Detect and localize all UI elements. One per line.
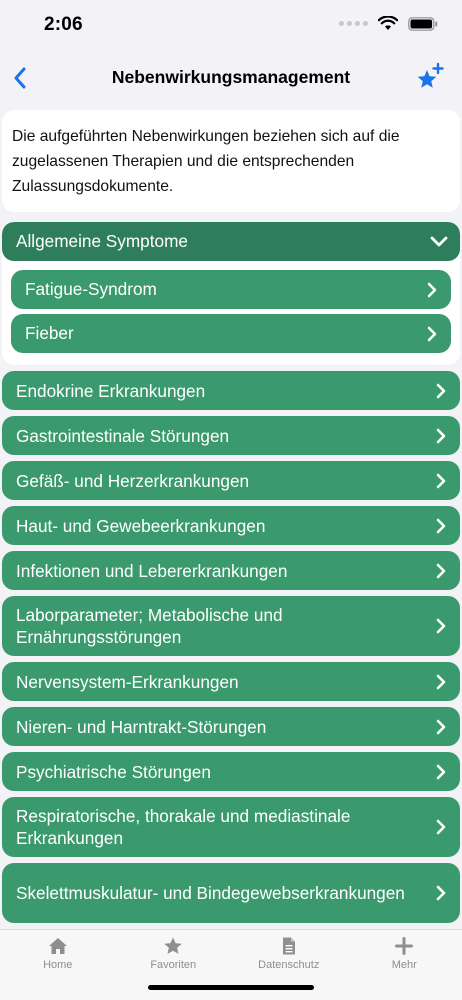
star-icon (164, 937, 183, 954)
category-gefaess-herzerkrankungen[interactable]: Gefäß- und Herzerkrankungen (2, 461, 460, 500)
tab-label: Home (43, 959, 73, 971)
signal-dots-icon (339, 21, 368, 26)
chevron-right-icon (436, 618, 446, 634)
status-bar: 2:06 (0, 0, 462, 50)
chevron-right-icon (436, 428, 446, 443)
info-card: Die aufgeführten Nebenwirkungen beziehen… (2, 110, 460, 212)
chevron-right-icon (436, 518, 446, 533)
wifi-icon (378, 16, 398, 30)
category-label: Allgemeine Symptome (16, 231, 188, 251)
tab-label: Mehr (391, 959, 417, 971)
home-indicator (148, 985, 314, 990)
category-label: Psychiatrische Störungen (16, 761, 211, 782)
category-label: Laborparameter; Metabolische und Ernähru… (16, 605, 283, 647)
chevron-right-icon (427, 326, 437, 341)
chevron-right-icon (436, 719, 446, 734)
status-icons (339, 16, 438, 31)
category-label: Nieren- und Harntrakt-Störungen (16, 716, 267, 737)
star-plus-icon (417, 62, 444, 88)
category-label: Haut- und Gewebeerkrankungen (16, 515, 266, 536)
expanded-category-items: Fatigue-Syndrom Fieber (2, 261, 460, 365)
category-laborparameter[interactable]: Laborparameter; Metabolische und Ernähru… (2, 596, 460, 656)
chevron-right-icon (436, 764, 446, 779)
category-gastrointestinale-stoerungen[interactable]: Gastrointestinale Störungen (2, 416, 460, 455)
subcategory-fieber[interactable]: Fieber (11, 314, 451, 353)
category-list: Allgemeine Symptome Fatigue-Syndrom Fieb… (2, 222, 460, 929)
category-label: Gefäß- und Herzerkrankungen (16, 470, 250, 491)
category-label: Nervensystem-Erkrankungen (16, 671, 239, 692)
subcategory-label: Fatigue-Syndrom (25, 279, 157, 299)
document-icon (282, 937, 295, 955)
home-icon (48, 938, 67, 954)
chevron-right-icon (436, 819, 446, 835)
category-label: Gastrointestinale Störungen (16, 425, 230, 446)
navigation-bar: Nebenwirkungsmanagement (0, 54, 462, 102)
subcategory-label: Fieber (25, 323, 74, 343)
category-nervensystem-erkrankungen[interactable]: Nervensystem-Erkrankungen (2, 662, 460, 701)
tab-label: Favoriten (150, 959, 197, 971)
plus-icon (395, 937, 414, 955)
chevron-right-icon (436, 473, 446, 488)
category-respiratorische-erkrankungen[interactable]: Respiratorische, thorakale und mediastin… (2, 797, 460, 857)
category-nieren-harntrakt-stoerungen[interactable]: Nieren- und Harntrakt-Störungen (2, 707, 460, 746)
category-label: Skelettmuskulatur- und Bindegewebserkran… (16, 883, 405, 903)
status-time: 2:06 (44, 14, 83, 35)
category-haut-gewebeerkrankungen[interactable]: Haut- und Gewebeerkrankungen (2, 506, 460, 545)
chevron-down-icon (430, 236, 448, 246)
category-label: Endokrine Erkrankungen (16, 380, 206, 401)
category-label: Respiratorische, thorakale und mediastin… (16, 806, 351, 848)
chevron-right-icon (427, 282, 437, 297)
battery-icon (408, 16, 438, 31)
category-infektionen-lebererkrankungen[interactable]: Infektionen und Lebererkrankungen (2, 551, 460, 590)
subcategory-fatigue-syndrom[interactable]: Fatigue-Syndrom (11, 270, 451, 309)
chevron-right-icon (436, 383, 446, 398)
tab-mehr[interactable]: Mehr (347, 930, 462, 1000)
tab-label: Datenschutz (258, 959, 320, 971)
chevron-right-icon (436, 885, 446, 901)
tab-home[interactable]: Home (0, 930, 116, 1000)
category-skelettmuskulatur[interactable]: Skelettmuskulatur- und Bindegewebserkran… (2, 863, 460, 923)
chevron-right-icon (436, 563, 446, 578)
expanded-category: Allgemeine Symptome Fatigue-Syndrom Fieb… (2, 222, 460, 365)
category-header-allgemeine-symptome[interactable]: Allgemeine Symptome (2, 222, 460, 261)
category-label: Infektionen und Lebererkrankungen (16, 560, 288, 581)
add-favorite-button[interactable] (414, 60, 448, 94)
page-title: Nebenwirkungsmanagement (111, 67, 351, 87)
category-endokrine-erkrankungen[interactable]: Endokrine Erkrankungen (2, 371, 460, 410)
category-psychiatrische-stoerungen[interactable]: Psychiatrische Störungen (2, 752, 460, 791)
screen: 2:06 Nebenwirkungsmanagement Die aufgefü… (0, 0, 462, 1000)
chevron-right-icon (436, 674, 446, 689)
